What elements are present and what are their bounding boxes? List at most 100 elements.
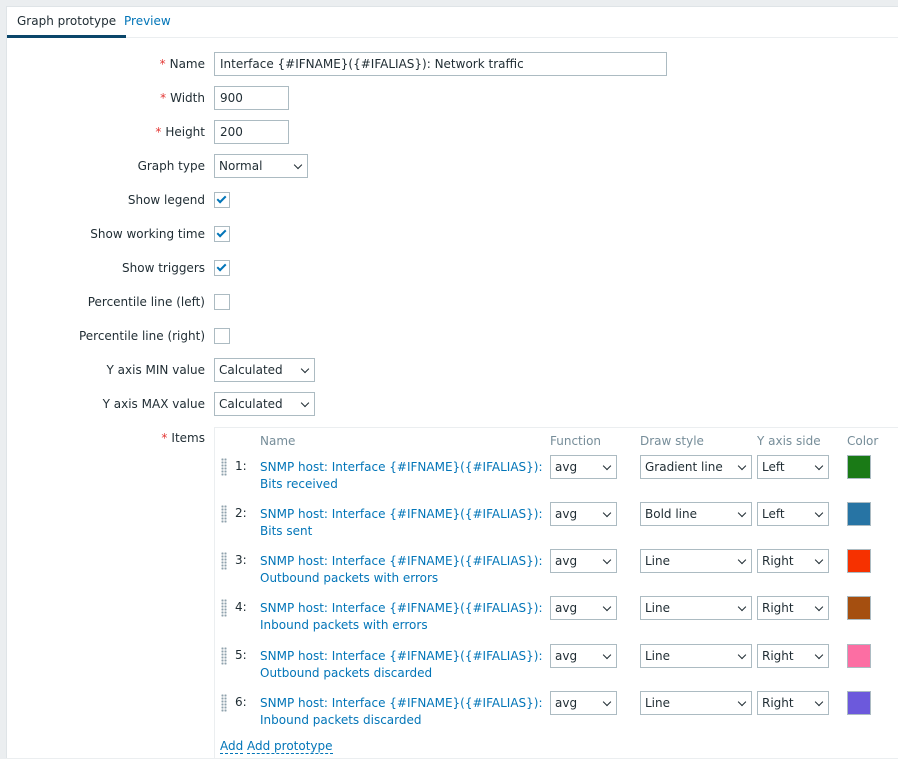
show-working-time-checkbox[interactable] [214,226,230,242]
drag-handle-icon[interactable] [221,552,227,570]
item-name-link[interactable]: SNMP host: Interface {#IFNAME}({#IFALIAS… [260,506,545,540]
y-axis-side-select[interactable]: Left [757,502,829,526]
chevron-down-icon [737,508,747,518]
tab-preview[interactable]: Preview [114,7,181,38]
table-row: 4: SNMP host: Interface {#IFNAME}({#IFAL… [215,596,898,640]
y-min-label: Y axis MIN value [106,363,205,377]
width-row: * Width 900 [7,86,898,110]
item-name-link[interactable]: SNMP host: Interface {#IFNAME}({#IFALIAS… [260,600,545,634]
column-header-y-axis-side: Y axis side [757,434,821,448]
table-row: 2: SNMP host: Interface {#IFNAME}({#IFAL… [215,502,898,546]
color-swatch[interactable] [847,691,871,715]
column-header-color: Color [847,434,879,448]
chevron-down-icon [293,160,303,170]
chevron-down-icon [814,650,824,660]
color-swatch[interactable] [847,549,871,573]
chevron-down-icon [737,555,747,565]
items-table: Name Function Draw style Y axis side Col… [214,427,898,759]
y-axis-side-select[interactable]: Right [757,691,829,715]
height-input[interactable]: 200 [214,120,289,144]
show-legend-checkbox[interactable] [214,192,230,208]
function-select[interactable]: avg [550,644,617,668]
color-swatch[interactable] [847,596,871,620]
graph-prototype-panel: Graph prototype Preview * Name Interface … [6,6,898,759]
chevron-down-icon [737,697,747,707]
item-number: 2: [235,506,247,520]
tab-graph-prototype[interactable]: Graph prototype [7,7,127,38]
item-name-link[interactable]: SNMP host: Interface {#IFNAME}({#IFALIAS… [260,459,545,493]
y-axis-side-select[interactable]: Right [757,644,829,668]
checkmark-icon [216,193,227,204]
show-triggers-label: Show triggers [122,261,205,275]
chevron-down-icon [602,697,612,707]
chevron-down-icon [814,697,824,707]
height-row: * Height 200 [7,120,898,144]
chevron-down-icon [814,508,824,518]
graph-type-label: Graph type [137,159,205,173]
chevron-down-icon [300,398,310,408]
y-max-select[interactable]: Calculated [214,392,315,416]
chevron-down-icon [300,364,310,374]
draw-style-select[interactable]: Bold line [640,502,752,526]
required-mark: * [155,125,162,139]
percentile-right-label: Percentile line (right) [78,329,205,343]
column-header-name: Name [260,434,296,448]
function-select[interactable]: avg [550,502,617,526]
name-input[interactable]: Interface {#IFNAME}({#IFALIAS}): Network… [214,52,667,76]
add-item-link[interactable]: Add [220,739,244,754]
drag-handle-icon[interactable] [221,505,227,523]
draw-style-select[interactable]: Line [640,596,752,620]
draw-style-select[interactable]: Line [640,644,752,668]
chevron-down-icon [602,602,612,612]
table-row: 3: SNMP host: Interface {#IFNAME}({#IFAL… [215,549,898,593]
y-axis-side-select[interactable]: Right [757,549,829,573]
name-row: * Name Interface {#IFNAME}({#IFALIAS}): N… [7,52,898,76]
show-working-time-label: Show working time [90,227,205,241]
height-label: * Height [155,125,205,139]
y-min-select[interactable]: Calculated [214,358,315,382]
tab-bar: Graph prototype Preview [7,7,898,38]
width-input[interactable]: 900 [214,86,289,110]
draw-style-select[interactable]: Line [640,691,752,715]
graph-type-select[interactable]: Normal [214,154,308,178]
color-swatch[interactable] [847,644,871,668]
drag-handle-icon[interactable] [221,694,227,712]
column-header-function: Function [550,434,602,448]
draw-style-select[interactable]: Gradient line [640,455,752,479]
table-row: 1: SNMP host: Interface {#IFNAME}({#IFAL… [215,455,898,499]
item-name-link[interactable]: SNMP host: Interface {#IFNAME}({#IFALIAS… [260,695,545,729]
graph-type-row: Graph type Normal [7,154,898,178]
color-swatch[interactable] [847,455,871,479]
chevron-down-icon [737,602,747,612]
y-axis-side-select[interactable]: Right [757,596,829,620]
item-name-link[interactable]: SNMP host: Interface {#IFNAME}({#IFALIAS… [260,648,545,682]
show-triggers-checkbox[interactable] [214,260,230,276]
percentile-right-checkbox[interactable] [214,328,230,344]
percentile-left-label: Percentile line (left) [87,295,205,309]
function-select[interactable]: avg [550,549,617,573]
show-triggers-row: Show triggers [7,256,898,280]
required-mark: * [161,431,168,445]
color-swatch[interactable] [847,502,871,526]
drag-handle-icon[interactable] [221,647,227,665]
y-max-row: Y axis MAX value Calculated [7,392,898,416]
chevron-down-icon [814,555,824,565]
percentile-right-row: Percentile line (right) [7,324,898,348]
y-axis-side-select[interactable]: Left [757,455,829,479]
add-prototype-link[interactable]: Add prototype [247,739,333,754]
show-legend-label: Show legend [127,193,205,207]
drag-handle-icon[interactable] [221,458,227,476]
draw-style-select[interactable]: Line [640,549,752,573]
percentile-left-checkbox[interactable] [214,294,230,310]
function-select[interactable]: avg [550,691,617,715]
chevron-down-icon [602,650,612,660]
name-label: * Name [159,57,205,71]
y-max-label: Y axis MAX value [102,397,205,411]
function-select[interactable]: avg [550,596,617,620]
checkmark-icon [216,227,227,238]
show-working-time-row: Show working time [7,222,898,246]
item-name-link[interactable]: SNMP host: Interface {#IFNAME}({#IFALIAS… [260,553,545,587]
drag-handle-icon[interactable] [221,599,227,617]
column-header-draw-style: Draw style [640,434,704,448]
function-select[interactable]: avg [550,455,617,479]
